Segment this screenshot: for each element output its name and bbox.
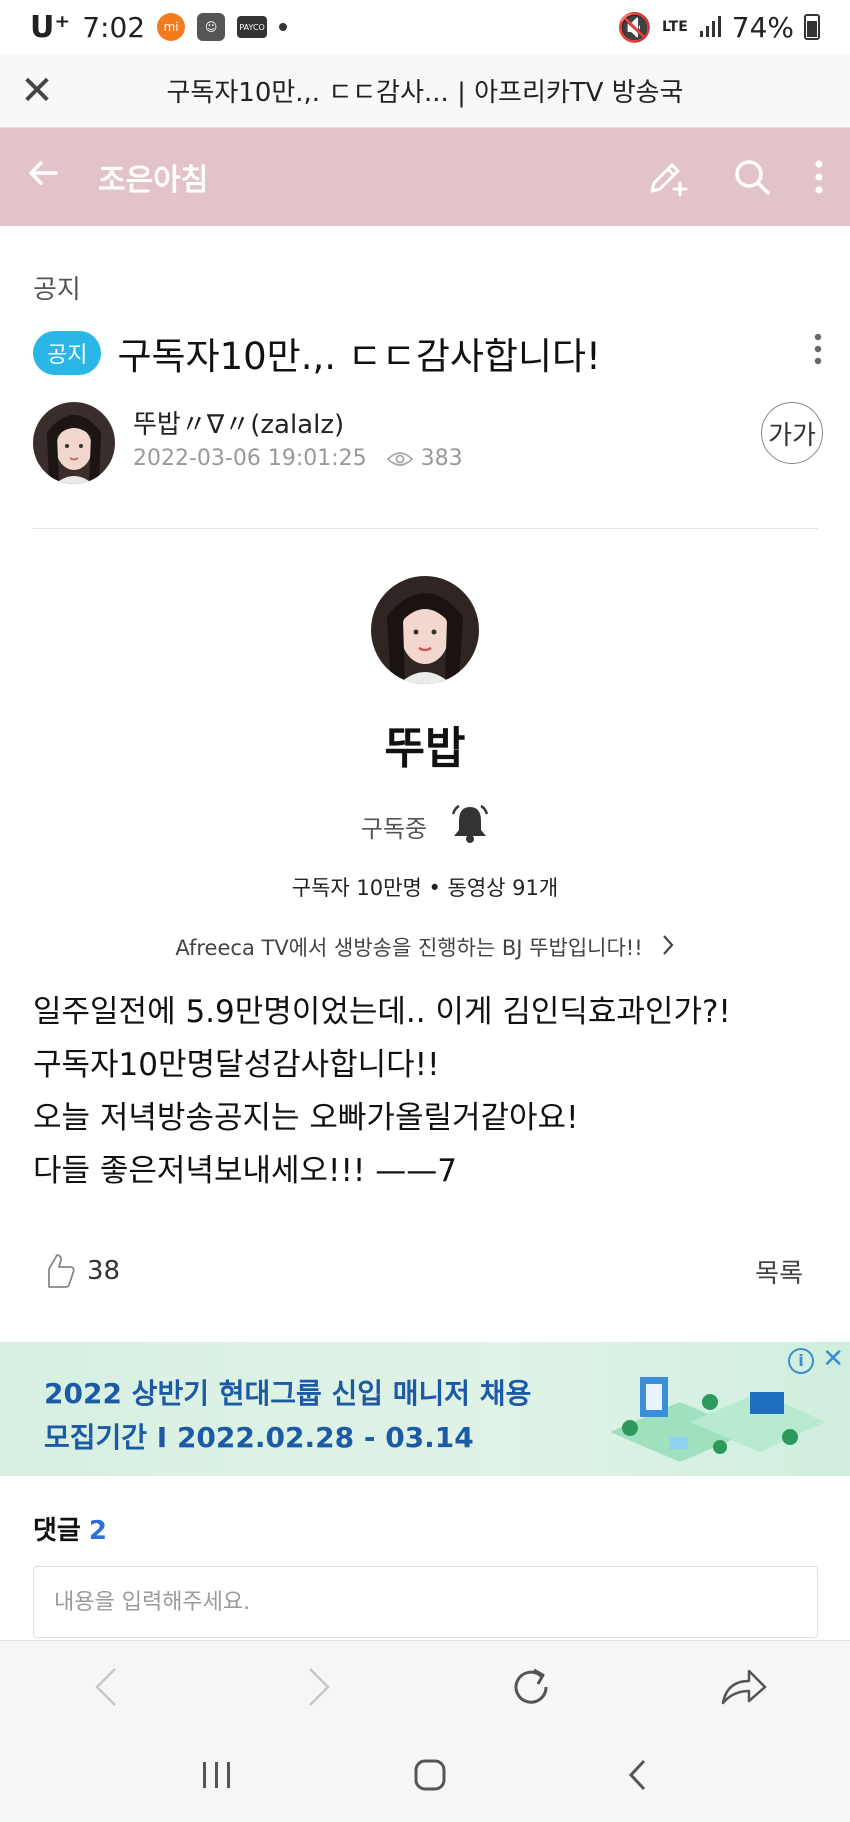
comment-input[interactable] <box>33 1566 818 1638</box>
profile-description: Afreeca TV에서 생방송을 진행하는 BJ 뚜밥입니다!! <box>175 936 643 960</box>
like-count: 38 <box>87 1256 121 1286</box>
font-size-button[interactable]: 가가 <box>761 402 823 464</box>
author-avatar[interactable] <box>33 402 115 484</box>
search-icon[interactable] <box>732 157 772 197</box>
body-line: 일주일전에 5.9만명이었는데.. 이게 김인딕효과인가?! <box>33 994 731 1030</box>
ad-period: 모집기간 I 2022.02.28 - 03.14 <box>44 1421 474 1454</box>
browser-forward-icon[interactable] <box>274 1642 364 1732</box>
view-count: 383 <box>420 446 463 471</box>
system-back-icon[interactable] <box>626 1758 650 1796</box>
ad-banner[interactable]: 2022 상반기 현대그룹 신입 매니저 채용 모집기간 I 2022.02.2… <box>0 1342 850 1476</box>
comments-header: 댓글 2 <box>33 1510 818 1547</box>
refresh-icon[interactable] <box>486 1642 576 1732</box>
body-line: 다들 좋은저녁보내세오!!! ——7 <box>33 1153 457 1189</box>
chevron-right-icon <box>661 934 675 961</box>
battery-percent: 74% <box>731 10 794 44</box>
home-icon[interactable] <box>413 1758 447 1796</box>
bell-icon[interactable] <box>451 804 489 848</box>
page-title: 구독자10만.,. ㄷㄷ감사... | 아프리카TV 방송국 <box>166 78 684 108</box>
profile-name: 뚜밥 <box>384 723 466 774</box>
notice-badge: 공지 <box>33 331 102 375</box>
post-meta: 2022-03-06 19:01:25 383 <box>133 446 463 471</box>
post-title-row: 공지 구독자10만.,. ㄷㄷ감사합니다! <box>33 326 823 380</box>
post-body: 일주일전에 5.9만명이었는데.. 이게 김인딕효과인가?! 구독자10만명달성… <box>33 986 731 1198</box>
payco-icon: PAYCO <box>237 16 268 38</box>
divider <box>33 528 818 529</box>
ad-headline: 2022 상반기 현대그룹 신입 매니저 채용 <box>44 1377 532 1410</box>
profile-description-row[interactable]: Afreeca TV에서 생방송을 진행하는 BJ 뚜밥입니다!! <box>0 932 850 962</box>
body-line: 구독자10만명달성감사합니다!! <box>33 1047 440 1083</box>
lte-icon: LTE <box>662 19 688 35</box>
write-post-icon[interactable] <box>646 157 690 197</box>
browser-title-bar: ✕ 구독자10만.,. ㄷㄷ감사... | 아프리카TV 방송국 <box>0 54 850 128</box>
profile-avatar <box>371 576 479 684</box>
cafe-name[interactable]: 조은아침 <box>98 155 208 199</box>
signal-icon <box>699 16 721 37</box>
comments-label: 댓글 <box>33 1516 81 1546</box>
thumbs-up-icon <box>48 1254 75 1288</box>
browser-toolbar <box>0 1640 850 1732</box>
app-header: 조은아침 <box>0 128 850 226</box>
post-category[interactable]: 공지 <box>33 269 81 306</box>
body-line: 오늘 저녁방송공지는 오빠가올릴거같아요! <box>33 1100 579 1136</box>
back-arrow-icon[interactable] <box>26 154 76 200</box>
author-name[interactable]: 뚜밥〃∇〃(zalalz) <box>133 404 344 441</box>
mi-app-icon: mi <box>157 13 186 41</box>
app-notification-icon: ☺ <box>197 13 226 41</box>
profile-stats: 구독자 10만명 • 동영상 91개 <box>291 876 559 900</box>
reaction-row: 38 목록 <box>33 1251 803 1291</box>
android-nav-bar <box>0 1732 850 1822</box>
like-button[interactable]: 38 <box>33 1251 120 1291</box>
subscribe-row: 구독중 <box>0 804 850 848</box>
browser-back-icon[interactable] <box>61 1642 151 1732</box>
mute-icon: 🔇 <box>617 10 653 44</box>
battery-icon <box>804 14 820 40</box>
recent-apps-icon[interactable] <box>200 1760 234 1794</box>
status-bar: U⁺ 7:02 mi ☺ PAYCO 🔇 LTE 74% <box>0 0 850 54</box>
carrier-label: U⁺ <box>30 9 71 45</box>
subscribe-state[interactable]: 구독중 <box>361 809 427 844</box>
clock: 7:02 <box>82 10 146 44</box>
post-date: 2022-03-06 19:01:25 <box>133 446 367 471</box>
comments-section: 댓글 2 <box>33 1510 818 1638</box>
more-notifications-icon <box>279 23 288 31</box>
comment-count: 2 <box>88 1516 107 1546</box>
eye-icon <box>386 451 413 466</box>
list-button[interactable]: 목록 <box>755 1253 803 1290</box>
post-title: 구독자10만.,. ㄷㄷ감사합니다! <box>117 335 601 378</box>
share-icon[interactable] <box>699 1642 789 1732</box>
author-row: 뚜밥〃∇〃(zalalz) 2022-03-06 19:01:25 383 가가 <box>33 402 823 490</box>
views: 383 <box>386 446 463 471</box>
ad-illustration <box>610 1377 825 1462</box>
post-more-icon[interactable] <box>813 332 823 374</box>
profile-card[interactable]: 뚜밥 구독중 구독자 10만명 • 동영상 91개 Afreeca TV에서 생… <box>0 576 850 962</box>
more-menu-icon[interactable] <box>814 159 824 195</box>
close-icon[interactable]: ✕ <box>0 54 74 128</box>
